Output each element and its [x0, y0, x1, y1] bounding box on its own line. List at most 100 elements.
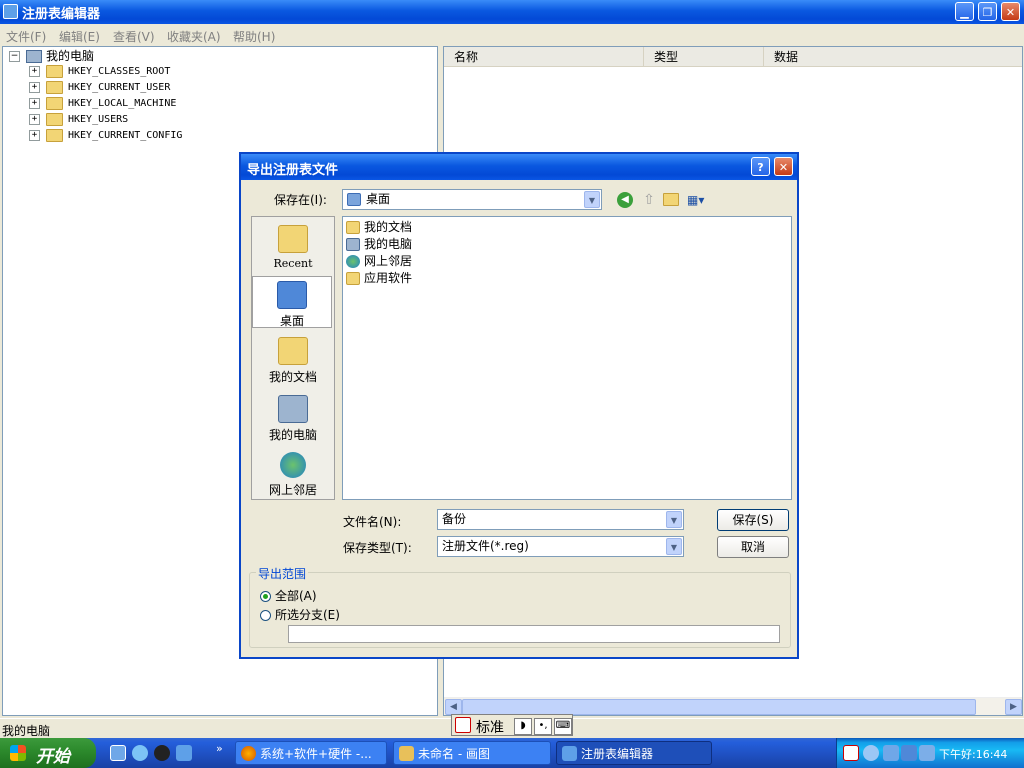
column-header-type[interactable]: 类型	[644, 47, 764, 67]
dialog-close-icon[interactable]: ✕	[774, 157, 793, 176]
list-item[interactable]: 我的电脑	[346, 236, 412, 252]
view-menu-icon[interactable]: ▦▾	[687, 193, 709, 207]
place-network[interactable]: 网上邻居	[252, 452, 334, 498]
regedit-icon	[562, 746, 577, 761]
tree-root-my-computer[interactable]: − 我的电脑	[9, 48, 94, 64]
tree-key[interactable]: + HKEY_CURRENT_CONFIG	[29, 128, 182, 144]
taskbar-task[interactable]: 未命名 - 画图	[393, 741, 551, 765]
network-globe-icon	[346, 255, 360, 268]
menu-help[interactable]: 帮助(H)	[233, 28, 275, 45]
quicklaunch-qq-icon[interactable]	[154, 745, 170, 761]
export-range-group: 导出范围 全部(A) 所选分支(E)	[249, 565, 791, 648]
quicklaunch-desktop-icon[interactable]	[110, 745, 126, 761]
tray-lan-icon[interactable]	[901, 745, 917, 761]
ime-mode[interactable]: 标准	[476, 717, 504, 737]
radio-selected-icon[interactable]	[260, 591, 271, 602]
cancel-button[interactable]: 取消	[717, 536, 789, 558]
chevron-down-icon[interactable]: ▼	[666, 538, 682, 555]
list-item[interactable]: 网上邻居	[346, 253, 412, 269]
ime-width-icon[interactable]: ◗	[514, 718, 532, 735]
list-item-label: 网上邻居	[364, 254, 413, 268]
tree-key[interactable]: + HKEY_CURRENT_USER	[29, 80, 170, 96]
menu-view[interactable]: 查看(V)	[113, 28, 155, 45]
place-recent[interactable]: Recent	[252, 225, 334, 270]
menu-file[interactable]: 文件(F)	[6, 28, 46, 45]
menu-edit[interactable]: 编辑(E)	[59, 28, 100, 45]
tree-key[interactable]: + HKEY_LOCAL_MACHINE	[29, 96, 176, 112]
expand-icon[interactable]: +	[29, 97, 40, 109]
task-label: 未命名 - 画图	[418, 747, 490, 761]
new-folder-icon[interactable]	[663, 193, 679, 206]
back-icon[interactable]: ◀	[617, 192, 633, 208]
radio-unselected-icon[interactable]	[260, 610, 271, 621]
dialog-title: 导出注册表文件	[247, 163, 339, 178]
tree-key-label: HKEY_LOCAL_MACHINE	[68, 98, 177, 109]
chevron-down-icon[interactable]: ▼	[584, 191, 600, 208]
quicklaunch-regedit-icon[interactable]	[176, 745, 192, 761]
folder-icon	[46, 112, 63, 126]
place-label: 我的文档	[268, 370, 317, 384]
place-my-computer[interactable]: 我的电脑	[252, 395, 334, 443]
list-item[interactable]: 我的文档	[346, 219, 412, 235]
quicklaunch-more-icon[interactable]: »	[216, 742, 223, 755]
collapse-icon[interactable]: −	[9, 51, 20, 62]
minimize-icon[interactable]: ▁	[955, 2, 974, 21]
close-icon[interactable]: ✕	[1001, 2, 1020, 21]
filename-field[interactable]: 备份 ▼	[437, 509, 684, 530]
tree-key[interactable]: + HKEY_USERS	[29, 112, 128, 128]
export-registry-dialog[interactable]: 导出注册表文件 ? ✕ 保存在(I): 桌面 ▼ ◀ ⇧ ▦▾ Recent 桌…	[239, 152, 799, 659]
filetype-dropdown[interactable]: 注册文件(*.reg) ▼	[437, 536, 684, 557]
tree-key[interactable]: + HKEY_CLASSES_ROOT	[29, 64, 170, 80]
chevron-down-icon[interactable]: ▼	[666, 511, 682, 528]
restore-icon[interactable]: ❐	[978, 2, 997, 21]
scrollbar-thumb[interactable]	[462, 699, 976, 715]
tray-clock[interactable]: 下午好:16:44	[939, 746, 1007, 762]
column-header-name[interactable]: 名称	[444, 47, 644, 67]
expand-icon[interactable]: +	[29, 113, 40, 125]
place-desktop[interactable]: 桌面	[252, 276, 332, 328]
taskbar-task-active[interactable]: 注册表编辑器	[556, 741, 712, 765]
recent-folder-icon	[278, 225, 308, 253]
tray-volume-muted-icon[interactable]	[919, 745, 935, 761]
folder-icon	[46, 80, 63, 94]
tree-key-label: HKEY_CURRENT_USER	[68, 82, 171, 93]
taskbar-task[interactable]: 系统+软件+硬件 -...	[235, 741, 387, 765]
option-selected-branch[interactable]: 所选分支(E)	[260, 606, 340, 623]
ime-logo-icon[interactable]	[455, 717, 471, 733]
scroll-right-icon[interactable]: ▶	[1005, 699, 1022, 715]
save-button[interactable]: 保存(S)	[717, 509, 789, 531]
filetype-value: 注册文件(*.reg)	[442, 539, 529, 553]
list-item[interactable]: 应用软件	[346, 270, 412, 286]
quicklaunch-ie-icon[interactable]	[132, 745, 148, 761]
save-in-dropdown[interactable]: 桌面 ▼	[342, 189, 602, 210]
dialog-titlebar[interactable]: 导出注册表文件 ? ✕	[241, 154, 797, 180]
ime-keyboard-icon[interactable]: ⌨	[554, 718, 572, 735]
expand-icon[interactable]: +	[29, 129, 40, 141]
window-titlebar[interactable]: 注册表编辑器 ▁ ❐ ✕	[0, 0, 1024, 24]
expand-icon[interactable]: +	[29, 81, 40, 93]
ime-punct-icon[interactable]: •,	[534, 718, 552, 735]
help-icon[interactable]: ?	[751, 157, 770, 176]
folder-icon	[46, 96, 63, 110]
tray-network-icon[interactable]	[883, 745, 899, 761]
ime-toolbar[interactable]: 标准 ◗ •, ⌨	[451, 714, 573, 736]
tray-ime-icon[interactable]	[843, 745, 859, 761]
expand-icon[interactable]: +	[29, 65, 40, 77]
folder-icon	[46, 128, 63, 142]
start-button[interactable]: 开始	[0, 738, 96, 768]
column-header-data[interactable]: 数据	[764, 47, 1022, 67]
taskbar: 开始 » 系统+软件+硬件 -... 未命名 - 画图 注册表编辑器 下午好:1…	[0, 738, 1024, 768]
branch-path-field[interactable]	[288, 625, 780, 643]
filename-value: 备份	[442, 512, 467, 526]
regedit-app-icon	[3, 4, 18, 19]
places-bar: Recent 桌面 我的文档 我的电脑 网上邻居	[251, 216, 335, 500]
option-all[interactable]: 全部(A)	[260, 587, 317, 604]
menu-favorites[interactable]: 收藏夹(A)	[167, 28, 221, 45]
task-label: 注册表编辑器	[581, 747, 654, 761]
place-my-documents[interactable]: 我的文档	[252, 337, 334, 385]
up-folder-icon[interactable]: ⇧	[641, 192, 657, 208]
file-list[interactable]: 我的文档 我的电脑 网上邻居 应用软件	[342, 216, 792, 500]
scroll-left-icon[interactable]: ◀	[445, 699, 462, 715]
horizontal-scrollbar[interactable]: ◀ ▶	[444, 697, 1022, 715]
tray-back-icon[interactable]	[863, 745, 879, 761]
